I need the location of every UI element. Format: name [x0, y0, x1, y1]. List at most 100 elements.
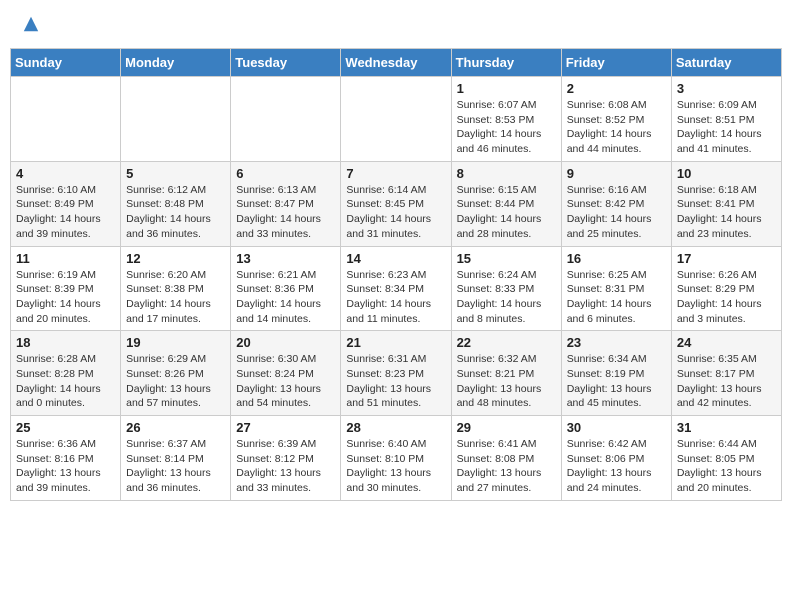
day-info: Sunrise: 6:32 AM Sunset: 8:21 PM Dayligh… [457, 352, 556, 411]
calendar-cell: 14 Sunrise: 6:23 AM Sunset: 8:34 PM Dayli… [341, 246, 451, 331]
day-info: Sunrise: 6:30 AM Sunset: 8:24 PM Dayligh… [236, 352, 335, 411]
calendar-cell: 31 Sunrise: 6:44 AM Sunset: 8:05 PM Dayli… [671, 416, 781, 501]
day-number: 19 [126, 335, 225, 350]
calendar-cell [231, 77, 341, 162]
day-number: 26 [126, 420, 225, 435]
day-info: Sunrise: 6:18 AM Sunset: 8:41 PM Dayligh… [677, 183, 776, 242]
calendar-table: SundayMondayTuesdayWednesdayThursdayFrid… [10, 48, 782, 501]
calendar-cell: 3 Sunrise: 6:09 AM Sunset: 8:51 PM Daylig… [671, 77, 781, 162]
calendar-cell: 26 Sunrise: 6:37 AM Sunset: 8:14 PM Dayli… [121, 416, 231, 501]
day-info: Sunrise: 6:25 AM Sunset: 8:31 PM Dayligh… [567, 268, 666, 327]
day-info: Sunrise: 6:39 AM Sunset: 8:12 PM Dayligh… [236, 437, 335, 496]
calendar-cell: 9Sunrise: 6:16 AM Sunset: 8:42 PM Daylig… [561, 161, 671, 246]
day-number: 14 [346, 251, 445, 266]
day-info: Sunrise: 6:10 AM Sunset: 8:49 PM Dayligh… [16, 183, 115, 242]
day-number: 18 [16, 335, 115, 350]
day-number: 15 [457, 251, 556, 266]
calendar-week-row: 25 Sunrise: 6:36 AM Sunset: 8:16 PM Dayli… [11, 416, 782, 501]
day-header-saturday: Saturday [671, 49, 781, 77]
day-number: 25 [16, 420, 115, 435]
calendar-cell: 15 Sunrise: 6:24 AM Sunset: 8:33 PM Dayli… [451, 246, 561, 331]
day-header-wednesday: Wednesday [341, 49, 451, 77]
day-number: 13 [236, 251, 335, 266]
calendar-week-row: 4Sunrise: 6:10 AM Sunset: 8:49 PM Daylig… [11, 161, 782, 246]
calendar-cell: 25 Sunrise: 6:36 AM Sunset: 8:16 PM Dayli… [11, 416, 121, 501]
calendar-week-row: 11 Sunrise: 6:19 AM Sunset: 8:39 PM Dayli… [11, 246, 782, 331]
day-number: 6 [236, 166, 335, 181]
day-number: 11 [16, 251, 115, 266]
calendar-cell: 11 Sunrise: 6:19 AM Sunset: 8:39 PM Dayli… [11, 246, 121, 331]
day-info: Sunrise: 6:12 AM Sunset: 8:48 PM Dayligh… [126, 183, 225, 242]
day-info: Sunrise: 6:29 AM Sunset: 8:26 PM Dayligh… [126, 352, 225, 411]
calendar-cell: 23 Sunrise: 6:34 AM Sunset: 8:19 PM Dayli… [561, 331, 671, 416]
calendar-cell: 19 Sunrise: 6:29 AM Sunset: 8:26 PM Dayli… [121, 331, 231, 416]
calendar-cell [341, 77, 451, 162]
day-info: Sunrise: 6:42 AM Sunset: 8:06 PM Dayligh… [567, 437, 666, 496]
logo [20, 15, 40, 33]
calendar-cell [121, 77, 231, 162]
day-number: 9 [567, 166, 666, 181]
day-number: 31 [677, 420, 776, 435]
day-number: 16 [567, 251, 666, 266]
calendar-cell: 20 Sunrise: 6:30 AM Sunset: 8:24 PM Dayli… [231, 331, 341, 416]
day-info: Sunrise: 6:24 AM Sunset: 8:33 PM Dayligh… [457, 268, 556, 327]
day-header-monday: Monday [121, 49, 231, 77]
day-info: Sunrise: 6:15 AM Sunset: 8:44 PM Dayligh… [457, 183, 556, 242]
day-info: Sunrise: 6:13 AM Sunset: 8:47 PM Dayligh… [236, 183, 335, 242]
day-info: Sunrise: 6:07 AM Sunset: 8:53 PM Dayligh… [457, 98, 556, 157]
calendar-cell: 12 Sunrise: 6:20 AM Sunset: 8:38 PM Dayli… [121, 246, 231, 331]
day-number: 21 [346, 335, 445, 350]
day-number: 17 [677, 251, 776, 266]
day-info: Sunrise: 6:44 AM Sunset: 8:05 PM Dayligh… [677, 437, 776, 496]
day-info: Sunrise: 6:23 AM Sunset: 8:34 PM Dayligh… [346, 268, 445, 327]
calendar-cell: 2Sunrise: 6:08 AM Sunset: 8:52 PM Daylig… [561, 77, 671, 162]
day-number: 7 [346, 166, 445, 181]
calendar-cell: 28Sunrise: 6:40 AM Sunset: 8:10 PM Dayli… [341, 416, 451, 501]
day-number: 27 [236, 420, 335, 435]
day-info: Sunrise: 6:26 AM Sunset: 8:29 PM Dayligh… [677, 268, 776, 327]
calendar-cell: 8Sunrise: 6:15 AM Sunset: 8:44 PM Daylig… [451, 161, 561, 246]
calendar-cell: 18 Sunrise: 6:28 AM Sunset: 8:28 PM Dayli… [11, 331, 121, 416]
day-number: 29 [457, 420, 556, 435]
calendar-cell: 27 Sunrise: 6:39 AM Sunset: 8:12 PM Dayli… [231, 416, 341, 501]
day-header-friday: Friday [561, 49, 671, 77]
day-info: Sunrise: 6:19 AM Sunset: 8:39 PM Dayligh… [16, 268, 115, 327]
day-number: 3 [677, 81, 776, 96]
day-number: 23 [567, 335, 666, 350]
day-number: 10 [677, 166, 776, 181]
day-info: Sunrise: 6:35 AM Sunset: 8:17 PM Dayligh… [677, 352, 776, 411]
calendar-cell: 10 Sunrise: 6:18 AM Sunset: 8:41 PM Dayli… [671, 161, 781, 246]
day-number: 2 [567, 81, 666, 96]
day-number: 24 [677, 335, 776, 350]
day-header-thursday: Thursday [451, 49, 561, 77]
day-info: Sunrise: 6:41 AM Sunset: 8:08 PM Dayligh… [457, 437, 556, 496]
day-info: Sunrise: 6:36 AM Sunset: 8:16 PM Dayligh… [16, 437, 115, 496]
calendar-week-row: 1 Sunrise: 6:07 AM Sunset: 8:53 PM Daylig… [11, 77, 782, 162]
day-number: 20 [236, 335, 335, 350]
day-number: 1 [457, 81, 556, 96]
day-number: 22 [457, 335, 556, 350]
day-number: 30 [567, 420, 666, 435]
day-header-sunday: Sunday [11, 49, 121, 77]
calendar-cell: 22 Sunrise: 6:32 AM Sunset: 8:21 PM Dayli… [451, 331, 561, 416]
calendar-cell: 17 Sunrise: 6:26 AM Sunset: 8:29 PM Dayli… [671, 246, 781, 331]
calendar-cell: 29 Sunrise: 6:41 AM Sunset: 8:08 PM Dayli… [451, 416, 561, 501]
calendar-cell: 13 Sunrise: 6:21 AM Sunset: 8:36 PM Dayli… [231, 246, 341, 331]
day-info: Sunrise: 6:34 AM Sunset: 8:19 PM Dayligh… [567, 352, 666, 411]
calendar-cell: 5Sunrise: 6:12 AM Sunset: 8:48 PM Daylig… [121, 161, 231, 246]
calendar-cell: 7 Sunrise: 6:14 AM Sunset: 8:45 PM Daylig… [341, 161, 451, 246]
day-info: Sunrise: 6:09 AM Sunset: 8:51 PM Dayligh… [677, 98, 776, 157]
calendar-cell: 16 Sunrise: 6:25 AM Sunset: 8:31 PM Dayli… [561, 246, 671, 331]
day-info: Sunrise: 6:20 AM Sunset: 8:38 PM Dayligh… [126, 268, 225, 327]
day-header-tuesday: Tuesday [231, 49, 341, 77]
logo-icon [22, 15, 40, 33]
day-info: Sunrise: 6:21 AM Sunset: 8:36 PM Dayligh… [236, 268, 335, 327]
day-info: Sunrise: 6:28 AM Sunset: 8:28 PM Dayligh… [16, 352, 115, 411]
page-header [10, 10, 782, 38]
day-number: 28 [346, 420, 445, 435]
day-info: Sunrise: 6:14 AM Sunset: 8:45 PM Dayligh… [346, 183, 445, 242]
day-info: Sunrise: 6:37 AM Sunset: 8:14 PM Dayligh… [126, 437, 225, 496]
day-number: 12 [126, 251, 225, 266]
calendar-week-row: 18 Sunrise: 6:28 AM Sunset: 8:28 PM Dayli… [11, 331, 782, 416]
calendar-cell: 21Sunrise: 6:31 AM Sunset: 8:23 PM Dayli… [341, 331, 451, 416]
